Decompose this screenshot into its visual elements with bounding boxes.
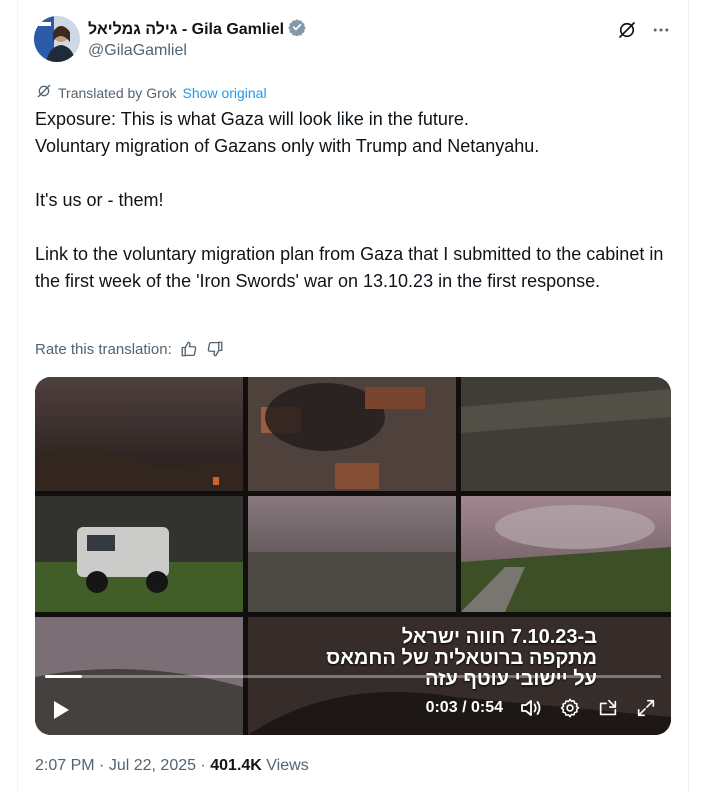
- thumbs-up-icon[interactable]: [180, 340, 198, 358]
- video-time: 0:03 / 0:54: [426, 699, 503, 717]
- caption-line: ב-7.10.23 חווה ישראל: [401, 626, 597, 648]
- more-icon[interactable]: [651, 20, 671, 40]
- author-name-row[interactable]: גילה גמליאל - Gila Gamliel: [88, 18, 306, 41]
- thumbs-down-icon[interactable]: [206, 340, 224, 358]
- video-controls: 0:03 / 0:54: [426, 697, 657, 719]
- pip-icon[interactable]: [597, 697, 619, 719]
- video-player[interactable]: ב-7.10.23 חווה ישראל מתקפה ברוטאלית של ה…: [35, 377, 671, 735]
- show-original-link[interactable]: Show original: [183, 85, 267, 101]
- author-name[interactable]: גילה גמליאל - Gila Gamliel: [88, 21, 284, 39]
- tweet-time[interactable]: 2:07 PM: [35, 757, 95, 774]
- author-handle[interactable]: @GilaGamliel: [88, 42, 187, 60]
- views-count: 401.4K: [210, 757, 262, 774]
- time-separator: /: [462, 699, 467, 716]
- meta-dot: ·: [99, 757, 105, 774]
- avatar[interactable]: [34, 16, 80, 62]
- tweet-text: Exposure: This is what Gaza will look li…: [35, 106, 675, 295]
- duration: 0:54: [470, 699, 503, 716]
- current-time: 0:03: [425, 699, 458, 716]
- rate-label: Rate this translation:: [35, 340, 172, 358]
- fullscreen-icon[interactable]: [635, 697, 657, 719]
- tweet-date[interactable]: Jul 22, 2025: [109, 757, 196, 774]
- tweet-meta: 2:07 PM · Jul 22, 2025 · 401.4K Views: [35, 757, 309, 775]
- video-progress-bar[interactable]: [45, 675, 661, 678]
- translated-label: Translated by Grok: [58, 84, 177, 101]
- play-icon[interactable]: [51, 699, 71, 726]
- caption-line: על יישובי עוטף עזה: [425, 668, 597, 690]
- rate-translation: Rate this translation:: [35, 340, 224, 358]
- settings-icon[interactable]: [559, 697, 581, 719]
- tweet-paragraph: Link to the voluntary migration plan fro…: [35, 244, 664, 291]
- translation-notice: Translated by Grok Show original: [36, 83, 267, 102]
- meta-dot: ·: [200, 757, 206, 774]
- tweet-paragraph: It's us or - them!: [35, 190, 164, 210]
- header-actions: [617, 20, 671, 40]
- video-progress-fill: [45, 675, 82, 678]
- video-caption: ב-7.10.23 חווה ישראל מתקפה ברוטאלית של ה…: [326, 627, 597, 690]
- tweet-paragraph: Exposure: This is what Gaza will look li…: [35, 109, 540, 156]
- caption-line: מתקפה ברוטאלית של החמאס: [326, 647, 597, 669]
- verified-badge-icon: [288, 18, 306, 41]
- volume-icon[interactable]: [519, 697, 543, 719]
- grok-icon[interactable]: [617, 20, 637, 40]
- grok-icon: [36, 83, 52, 102]
- views-label: Views: [266, 757, 309, 774]
